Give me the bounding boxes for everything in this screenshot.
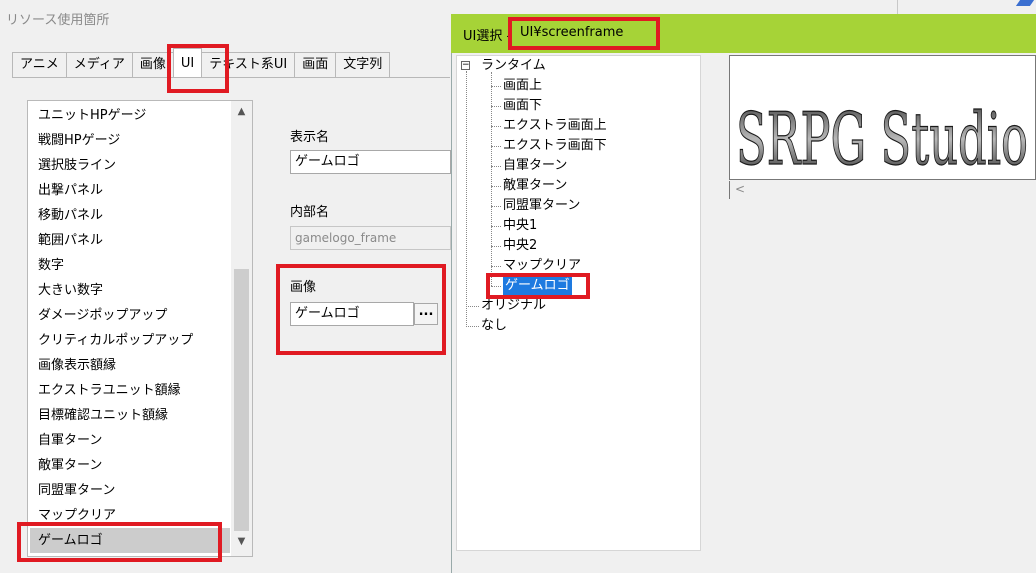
- dialog-title-text: UI選択: [463, 29, 503, 44]
- internal-name-field: gamelogo_frame: [290, 226, 451, 250]
- tree-connector: [466, 306, 479, 307]
- tab-media[interactable]: メディア: [65, 52, 133, 78]
- tree-node-child[interactable]: 中央2: [503, 236, 537, 256]
- list-item[interactable]: 数字: [38, 253, 64, 278]
- tree-connector: [491, 146, 501, 147]
- list-item[interactable]: 敵軍ターン: [38, 453, 102, 478]
- tree-connector: [491, 72, 492, 286]
- list-item[interactable]: クリティカルポップアップ: [38, 328, 193, 353]
- tree-connector: [491, 86, 501, 87]
- list-item[interactable]: 選択肢ライン: [38, 153, 116, 178]
- tree-connector: [491, 106, 501, 107]
- highlight-image-field: [276, 264, 446, 355]
- tree-connector: [491, 266, 501, 267]
- logo-text: SRPG Studio: [736, 97, 1028, 180]
- highlight-list-item: [17, 522, 222, 562]
- tab-anime[interactable]: アニメ: [12, 52, 67, 78]
- scroll-left-arrow-icon[interactable]: <: [735, 182, 745, 196]
- background-window-icon: [1010, 0, 1036, 14]
- list-item[interactable]: 自軍ターン: [38, 428, 102, 453]
- dialog-title: UI選択 -: [463, 25, 511, 44]
- tab-strings[interactable]: 文字列: [335, 52, 391, 78]
- tree-node-runtime[interactable]: ランタイム: [481, 56, 546, 76]
- tree-node-child[interactable]: 敵軍ターン: [503, 176, 567, 196]
- highlight-ui-tab: [167, 44, 229, 93]
- tree-node-child[interactable]: エクストラ画面下: [503, 136, 607, 156]
- tree-node-child[interactable]: 自軍ターン: [503, 156, 567, 176]
- game-logo-image: SRPG Studio: [735, 96, 1028, 180]
- logo-preview: SRPG Studio: [729, 55, 1036, 180]
- tab-screen[interactable]: 画面: [294, 52, 337, 78]
- list-item[interactable]: 画像表示額縁: [38, 353, 116, 378]
- tree-node-child[interactable]: 画面下: [503, 96, 542, 116]
- list-item[interactable]: 目標確認ユニット額縁: [38, 403, 168, 428]
- list-item[interactable]: 大きい数字: [38, 278, 103, 303]
- tree-node-child[interactable]: 画面上: [503, 76, 542, 96]
- list-item[interactable]: ダメージポップアップ: [38, 303, 167, 328]
- tree-node-none[interactable]: なし: [481, 316, 507, 336]
- tree-connector: [466, 326, 479, 327]
- tab-divider: [12, 77, 450, 78]
- tree-connector: [491, 246, 501, 247]
- background-window-edge: [897, 0, 937, 14]
- scroll-down-arrow-icon[interactable]: ▼: [231, 533, 252, 551]
- tree-connector: [491, 126, 501, 127]
- tree-connector: [491, 166, 501, 167]
- list-item[interactable]: 出撃パネル: [38, 178, 103, 203]
- internal-name-label: 内部名: [290, 205, 330, 220]
- highlight-dialog-path: [508, 17, 660, 50]
- list-item[interactable]: 戦闘HPゲージ: [38, 128, 120, 153]
- tree-node-original[interactable]: オリジナル: [481, 296, 546, 316]
- display-name-field[interactable]: ゲームロゴ: [290, 150, 451, 174]
- ui-resource-list[interactable]: ユニットHPゲージ 戦闘HPゲージ 選択肢ライン 出撃パネル 移動パネル 範囲パネル 数字大…: [27, 100, 253, 557]
- tree-node-child[interactable]: 同盟軍ターン: [503, 196, 580, 216]
- list-item[interactable]: 同盟軍ターン: [38, 478, 115, 503]
- preview-hscrollbar[interactable]: [729, 181, 1036, 199]
- list-item[interactable]: ユニットHPゲージ: [38, 103, 146, 128]
- tree-connector: [466, 71, 467, 327]
- list-item[interactable]: エクストラユニット額縁: [38, 378, 181, 403]
- scroll-thumb[interactable]: [234, 269, 249, 531]
- display-name-label: 表示名: [290, 130, 330, 145]
- tree-connector: [491, 206, 501, 207]
- tree-collapse-icon[interactable]: −: [461, 61, 470, 70]
- window-title: リソース使用箇所: [6, 13, 110, 28]
- list-scrollbar[interactable]: ▲ ▼: [231, 101, 252, 556]
- tree-connector: [491, 186, 501, 187]
- tree-node-child[interactable]: 中央1: [503, 216, 537, 236]
- highlight-tree-node: [486, 273, 590, 299]
- list-item[interactable]: 範囲パネル: [38, 228, 103, 253]
- tree-node-child[interactable]: エクストラ画面上: [503, 116, 607, 136]
- scroll-up-arrow-icon[interactable]: ▲: [231, 103, 252, 121]
- list-item[interactable]: 移動パネル: [38, 203, 103, 228]
- tree-connector: [491, 226, 501, 227]
